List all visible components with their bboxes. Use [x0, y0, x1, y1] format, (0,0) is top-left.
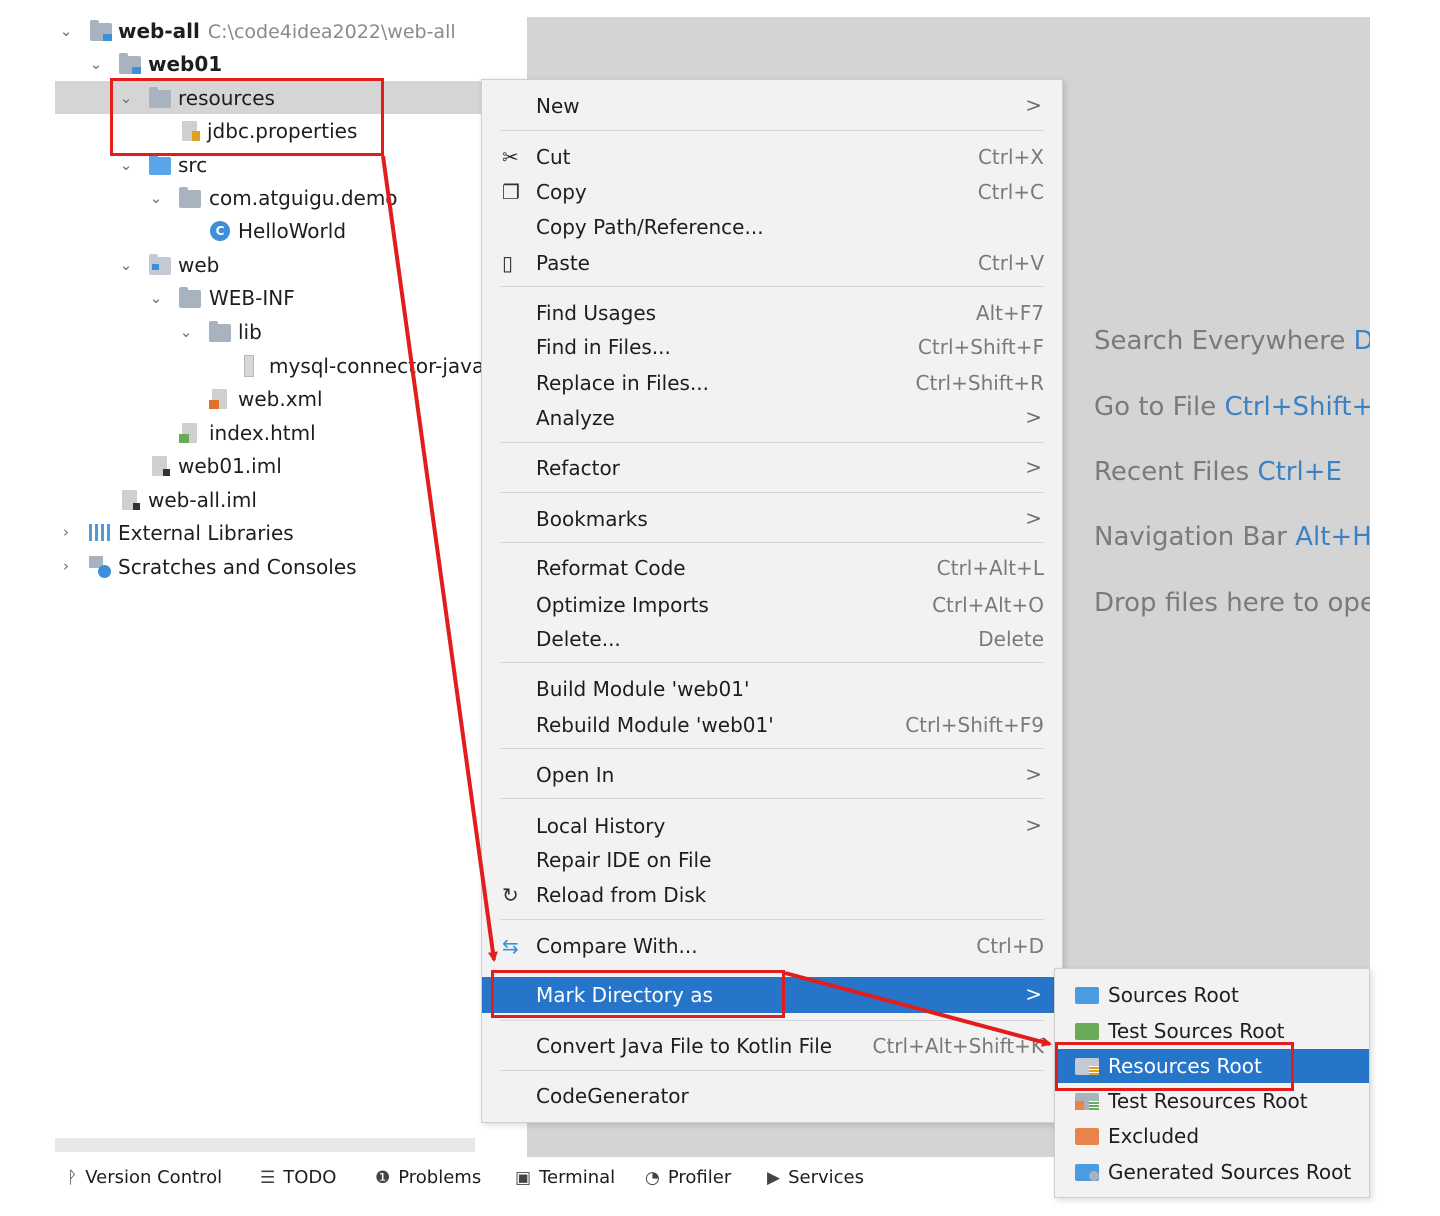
annotation-arrow-right — [784, 971, 1052, 1047]
annotation-arrow-down — [381, 155, 498, 962]
annotation-arrows — [381, 155, 1052, 1047]
